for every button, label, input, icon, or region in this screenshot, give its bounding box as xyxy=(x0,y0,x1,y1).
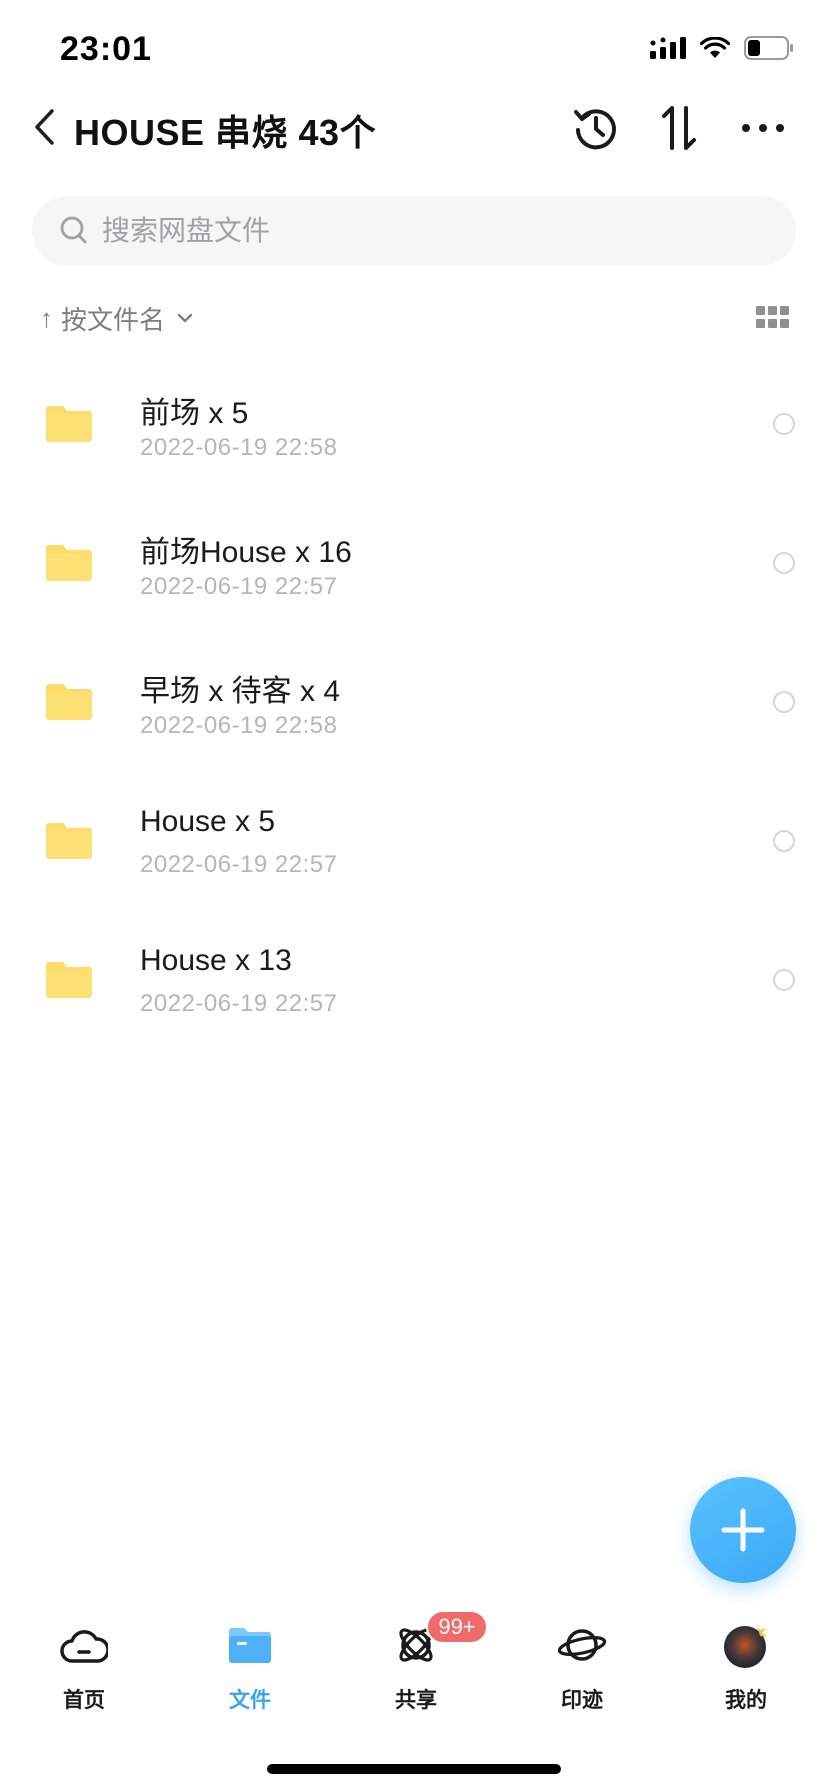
file-name: House x 5 xyxy=(140,805,276,838)
tab-home[interactable]: 首页 xyxy=(14,1620,154,1720)
sort-button[interactable] xyxy=(650,98,710,158)
more-icon xyxy=(742,124,784,132)
file-date: 2022-06-19 22:57 xyxy=(140,990,338,1017)
status-time: 23:01 xyxy=(60,30,152,68)
folder-icon xyxy=(46,823,92,859)
list-item[interactable]: House x 13 2022-06-19 22:57 xyxy=(0,910,828,1049)
list-item[interactable]: House x 5 2022-06-19 22:57 xyxy=(0,771,828,910)
home-indicator xyxy=(267,1764,561,1774)
folder-icon xyxy=(46,962,92,998)
tab-label: 首页 xyxy=(63,1689,105,1712)
sort-arrows-icon xyxy=(662,106,696,150)
nav-bar: HOUSE 串烧 43个 xyxy=(0,92,828,162)
file-date: 2022-06-19 22:57 xyxy=(140,851,338,878)
select-checkbox[interactable] xyxy=(773,691,795,713)
folder-icon xyxy=(46,684,92,720)
history-icon xyxy=(574,109,616,150)
tab-label: 印迹 xyxy=(561,1689,603,1712)
cellular-signal-icon xyxy=(650,37,686,59)
more-button[interactable] xyxy=(733,98,793,158)
page-title: HOUSE 串烧 43个 xyxy=(74,112,377,153)
grid-view-icon[interactable] xyxy=(756,306,790,330)
file-date: 2022-06-19 22:58 xyxy=(140,712,338,739)
add-button[interactable] xyxy=(690,1477,796,1583)
notification-badge: 99+ xyxy=(426,1610,488,1644)
wifi-icon xyxy=(700,37,730,58)
file-name: 前场 x 5 xyxy=(140,397,249,430)
sort-direction-icon: ↑ xyxy=(40,302,53,333)
planet-icon xyxy=(557,1629,607,1661)
file-list: 前场 x 5 2022-06-19 22:58 前场House x 16 202… xyxy=(0,354,828,1049)
status-bar: 23:01 xyxy=(0,0,828,100)
search-box[interactable] xyxy=(32,196,796,266)
search-icon xyxy=(60,216,87,244)
file-name: 早场 x 待客 x 4 xyxy=(140,675,341,708)
search-input[interactable] xyxy=(102,215,722,247)
select-checkbox[interactable] xyxy=(773,969,795,991)
tab-label: 我的 xyxy=(725,1689,767,1712)
tab-label: 共享 xyxy=(395,1689,437,1712)
avatar xyxy=(724,1624,767,1668)
chevron-left-icon xyxy=(35,109,54,145)
cloud-home-icon xyxy=(60,1630,108,1663)
battery-icon xyxy=(744,36,793,60)
tab-files[interactable]: 文件 xyxy=(180,1620,320,1720)
file-name: 前场House x 16 xyxy=(140,536,352,569)
file-name: House x 13 xyxy=(140,944,292,977)
history-button[interactable] xyxy=(566,98,626,158)
tab-share[interactable]: 共享 99+ xyxy=(346,1610,488,1720)
chevron-down-icon xyxy=(177,313,193,323)
folder-icon xyxy=(229,1628,271,1663)
list-item[interactable]: 早场 x 待客 x 4 2022-06-19 22:58 xyxy=(0,632,828,771)
select-checkbox[interactable] xyxy=(773,552,795,574)
sort-label: 按文件名 xyxy=(61,304,166,335)
tab-label: 文件 xyxy=(229,1689,271,1712)
select-checkbox[interactable] xyxy=(773,830,795,852)
sort-selector[interactable]: ↑ 按文件名 xyxy=(40,298,193,338)
status-icons xyxy=(650,36,794,60)
tab-traces[interactable]: 印迹 xyxy=(512,1620,652,1720)
tab-me[interactable]: 我的 xyxy=(676,1620,816,1720)
list-item[interactable]: 前场 x 5 2022-06-19 22:58 xyxy=(0,354,828,493)
file-date: 2022-06-19 22:57 xyxy=(140,573,338,600)
back-button[interactable] xyxy=(22,102,66,152)
select-checkbox[interactable] xyxy=(773,413,795,435)
tab-bar: 首页 文件 共享 99+ 印迹 我的 xyxy=(0,1610,828,1720)
plus-icon xyxy=(721,1508,765,1552)
list-item[interactable]: 前场House x 16 2022-06-19 22:57 xyxy=(0,493,828,632)
file-date: 2022-06-19 22:58 xyxy=(140,434,338,461)
folder-icon xyxy=(46,545,92,581)
folder-icon xyxy=(46,406,92,442)
